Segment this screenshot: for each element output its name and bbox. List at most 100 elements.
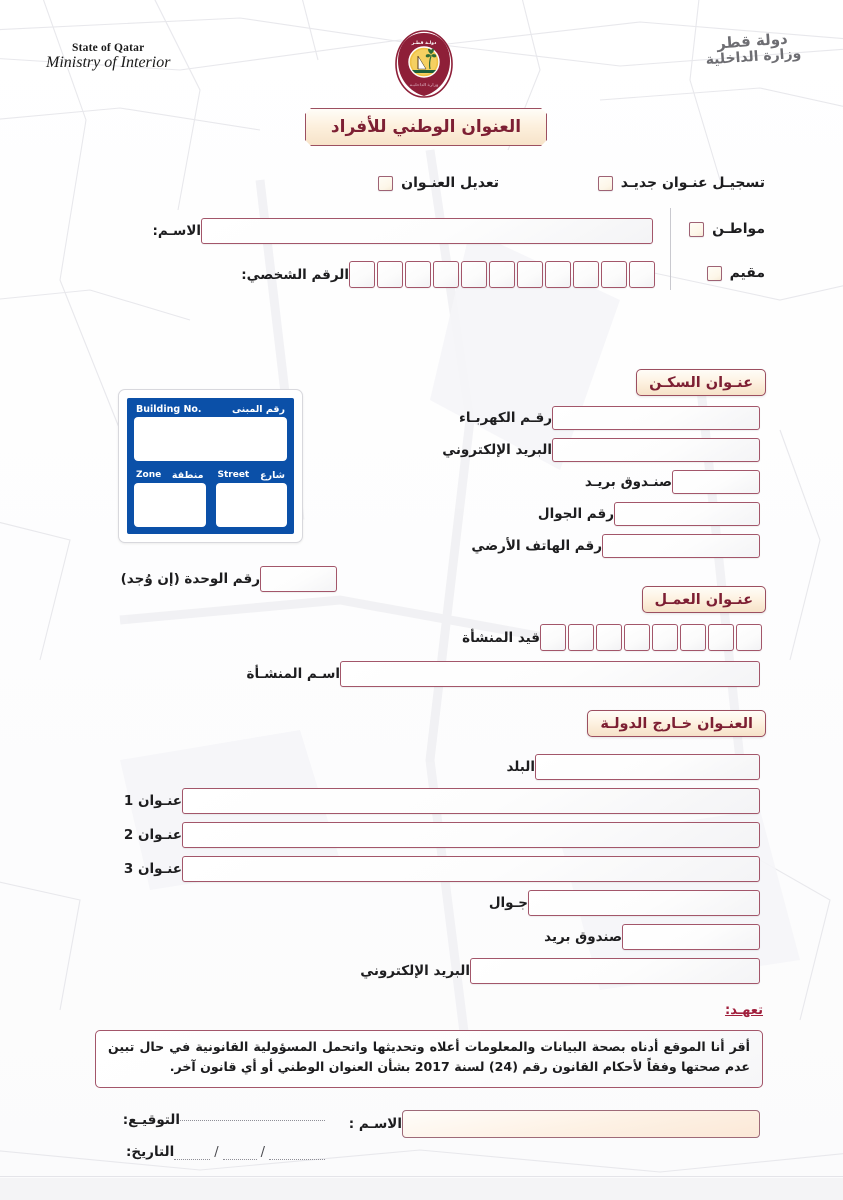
residence-pobox-input[interactable] bbox=[672, 470, 760, 494]
establishment-name-input[interactable] bbox=[340, 661, 760, 687]
unit-number-row: رقم الوحدة (إن وُجد) bbox=[121, 566, 345, 592]
building-number-input[interactable] bbox=[134, 417, 287, 461]
zone-label-en: Zone bbox=[136, 470, 162, 481]
checkbox-new-address-label: تسجيـل عنـوان جديـد bbox=[620, 175, 765, 191]
abroad-email-input[interactable] bbox=[470, 958, 760, 984]
section-residence-address: عنـوان السكـن bbox=[636, 369, 766, 396]
qid-cell[interactable] bbox=[517, 261, 543, 288]
street-block: Street شارع bbox=[212, 468, 290, 530]
establishment-registration-cell[interactable] bbox=[736, 624, 762, 651]
electricity-number-input[interactable] bbox=[552, 406, 760, 430]
abroad-pobox-label: صندوق بريد bbox=[544, 929, 622, 945]
page-title-text: العنوان الوطني للأفراد bbox=[330, 117, 522, 137]
zone-input[interactable] bbox=[134, 483, 206, 527]
landline-number-row: رقم الهاتف الأرضي bbox=[471, 534, 766, 558]
residence-email-label: البريد الإلكتروني bbox=[442, 442, 552, 458]
footer-name-row: الاسـم : bbox=[348, 1110, 766, 1138]
address-line-3-row: عنـوان 3 bbox=[114, 856, 766, 882]
date-separator-1: / bbox=[214, 1144, 219, 1160]
checkbox-resident-box[interactable] bbox=[706, 265, 722, 281]
street-label-en: Street bbox=[217, 470, 250, 481]
national-address-form-page: State of Qatar Ministry of Interior دولة… bbox=[0, 0, 843, 1200]
qid-cell[interactable] bbox=[461, 261, 487, 288]
qid-cell[interactable] bbox=[377, 261, 403, 288]
qid-cell[interactable] bbox=[349, 261, 375, 288]
mobile-number-row: رقم الجوال bbox=[492, 502, 766, 526]
unit-number-input[interactable] bbox=[260, 566, 337, 592]
establishment-registration-cell[interactable] bbox=[596, 624, 622, 651]
establishment-registration-cell[interactable] bbox=[680, 624, 706, 651]
date-line-group[interactable]: / / bbox=[174, 1145, 325, 1160]
checkbox-resident[interactable]: مقيم bbox=[706, 265, 765, 281]
zone-block: Zone منطقة bbox=[131, 468, 209, 530]
establishment-name-label: اسـم المنشـأة bbox=[246, 666, 340, 682]
header-arabic-title: دولة قطر وزارة الداخلية bbox=[704, 30, 802, 69]
date-separator-2: / bbox=[260, 1144, 265, 1160]
establishment-registration-cell[interactable] bbox=[624, 624, 650, 651]
abroad-email-row: البريد الإلكتروني bbox=[360, 958, 766, 984]
qid-cells[interactable] bbox=[349, 261, 655, 288]
address-line-1-row: عنـوان 1 bbox=[114, 788, 766, 814]
residence-pobox-row: صنـدوق بريـد bbox=[550, 470, 766, 494]
country-input[interactable] bbox=[535, 754, 760, 780]
qid-cell[interactable] bbox=[545, 261, 571, 288]
country-row: البلد bbox=[467, 754, 766, 780]
mobile-number-input[interactable] bbox=[614, 502, 760, 526]
checkbox-edit-address-label: تعديل العنـوان bbox=[401, 175, 499, 191]
header-en-line1: State of Qatar bbox=[72, 42, 145, 54]
pledge-text: أقر أنا الموقع أدناه بصحة البيانات والمع… bbox=[108, 1039, 750, 1075]
address-sign-blue-panel: Building No. رقم المبنى Zone منطقة Stree… bbox=[125, 396, 296, 536]
qid-cell[interactable] bbox=[433, 261, 459, 288]
footer-name-input[interactable] bbox=[402, 1110, 760, 1138]
checkbox-resident-label: مقيم bbox=[729, 265, 765, 281]
date-day-line[interactable] bbox=[174, 1158, 211, 1160]
landline-number-input[interactable] bbox=[602, 534, 760, 558]
building-number-label-en: Building No. bbox=[136, 404, 202, 415]
building-number-block: Building No. رقم المبنى bbox=[131, 402, 290, 464]
footer-name-label: الاسـم : bbox=[348, 1116, 402, 1132]
residence-email-input[interactable] bbox=[552, 438, 760, 462]
qid-cell[interactable] bbox=[489, 261, 515, 288]
date-label: التاريخ: bbox=[125, 1144, 175, 1160]
qid-cell[interactable] bbox=[573, 261, 599, 288]
street-input[interactable] bbox=[215, 483, 287, 527]
form-header: State of Qatar Ministry of Interior دولة… bbox=[0, 0, 843, 100]
header-en-line2: Ministry of Interior bbox=[46, 54, 171, 72]
address-line-2-label: عنـوان 2 bbox=[123, 827, 182, 843]
qatar-moi-emblem-icon: دولـة قطـر وزارة الداخليـة bbox=[392, 28, 456, 100]
address-line-3-input[interactable] bbox=[182, 856, 760, 882]
qid-cell[interactable] bbox=[629, 261, 655, 288]
checkbox-edit-address[interactable]: تعديل العنـوان bbox=[378, 175, 499, 191]
svg-text:دولـة قطـر: دولـة قطـر bbox=[411, 41, 437, 46]
checkbox-citizen-box[interactable] bbox=[689, 221, 705, 237]
establishment-registration-cell[interactable] bbox=[652, 624, 678, 651]
pledge-box: أقر أنا الموقع أدناه بصحة البيانات والمع… bbox=[95, 1030, 763, 1088]
establishment-registration-cells[interactable] bbox=[540, 624, 762, 651]
establishment-registration-cell[interactable] bbox=[568, 624, 594, 651]
address-line-1-input[interactable] bbox=[182, 788, 760, 814]
checkbox-new-address[interactable]: تسجيـل عنـوان جديـد bbox=[597, 175, 765, 191]
pledge-label: تعهـد: bbox=[725, 1003, 763, 1018]
establishment-registration-cell[interactable] bbox=[708, 624, 734, 651]
date-month-line[interactable] bbox=[222, 1158, 257, 1160]
section-residence-address-title: عنـوان السكـن bbox=[649, 374, 753, 391]
checkbox-citizen[interactable]: مواطـن bbox=[689, 221, 765, 237]
svg-text:وزارة الداخليـة: وزارة الداخليـة bbox=[410, 82, 439, 87]
abroad-mobile-input[interactable] bbox=[528, 890, 760, 916]
qid-row: الرقم الشخصي: bbox=[237, 261, 661, 288]
establishment-registration-cell[interactable] bbox=[540, 624, 566, 651]
electricity-number-row: رقـم الكهربـاء bbox=[430, 406, 766, 430]
address-line-2-input[interactable] bbox=[182, 822, 760, 848]
qid-cell[interactable] bbox=[405, 261, 431, 288]
checkbox-new-address-box[interactable] bbox=[597, 175, 613, 191]
abroad-pobox-input[interactable] bbox=[622, 924, 760, 950]
qid-cell[interactable] bbox=[601, 261, 627, 288]
mobile-number-label: رقم الجوال bbox=[537, 506, 614, 522]
date-year-line[interactable] bbox=[269, 1158, 325, 1160]
checkbox-edit-address-box[interactable] bbox=[378, 175, 394, 191]
person-type-divider bbox=[670, 208, 671, 290]
abroad-email-label: البريد الإلكتروني bbox=[360, 963, 470, 979]
name-input[interactable] bbox=[201, 218, 653, 244]
name-row: الاسـم: bbox=[139, 218, 661, 244]
signature-line[interactable] bbox=[180, 1119, 325, 1121]
